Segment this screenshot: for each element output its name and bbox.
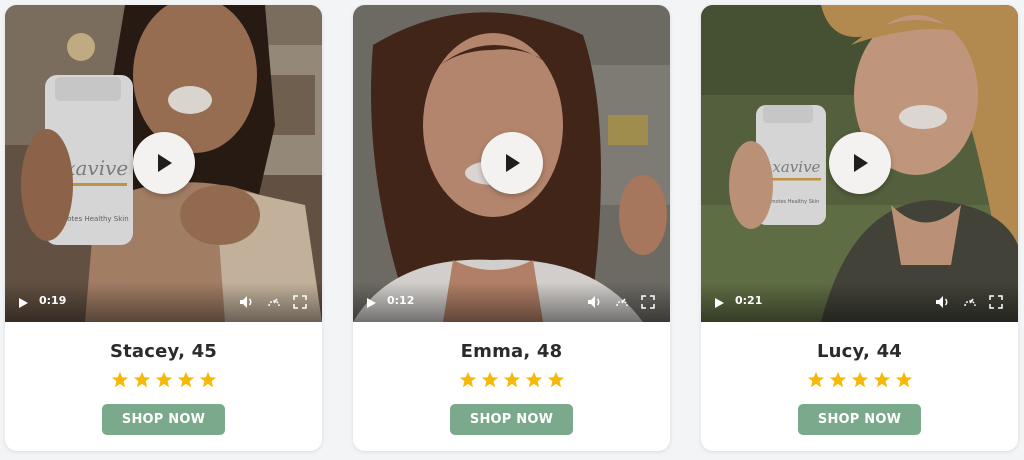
play-icon <box>158 154 172 172</box>
play-button[interactable] <box>133 132 195 194</box>
play-button[interactable] <box>481 132 543 194</box>
testimonial-video[interactable]: Axavive Promotes Healthy Skin 0:21 <box>701 5 1018 322</box>
play-icon <box>854 154 868 172</box>
play-icon[interactable] <box>17 297 29 309</box>
play-icon <box>506 154 520 172</box>
shop-now-button[interactable]: SHOP NOW <box>102 404 225 435</box>
star-rating <box>701 371 1018 391</box>
testimonial-video[interactable]: Axavive Promotes Healthy Skin 0:19 <box>5 5 322 322</box>
star-icon <box>177 371 194 388</box>
volume-icon[interactable] <box>587 295 603 309</box>
volume-icon[interactable] <box>935 295 951 309</box>
reviewer-name: Stacey, 45 <box>109 341 218 362</box>
fullscreen-icon[interactable] <box>293 295 307 309</box>
reviewer-name: Lucy, 44 <box>816 341 903 362</box>
star-icon <box>155 371 172 388</box>
star-icon <box>829 371 846 388</box>
star-icon <box>547 371 564 388</box>
testimonial-video[interactable]: 0:12 <box>353 5 670 322</box>
video-time: 0:21 <box>735 294 763 307</box>
video-time: 0:12 <box>387 294 415 307</box>
shop-now-button[interactable]: SHOP NOW <box>450 404 573 435</box>
shop-now-button[interactable]: SHOP NOW <box>798 404 921 435</box>
star-icon <box>503 371 520 388</box>
playback-speed-icon[interactable] <box>963 295 977 309</box>
testimonial-card: Axavive Promotes Healthy Skin 0:19 Stace… <box>5 5 322 451</box>
star-icon <box>873 371 890 388</box>
star-icon <box>459 371 476 388</box>
star-icon <box>481 371 498 388</box>
star-rating <box>5 371 322 391</box>
video-controls: 0:19 <box>5 282 322 322</box>
volume-icon[interactable] <box>239 295 255 309</box>
reviewer-name: Emma, 48 <box>460 341 563 362</box>
star-icon <box>199 371 216 388</box>
fullscreen-icon[interactable] <box>989 295 1003 309</box>
play-icon[interactable] <box>365 297 377 309</box>
video-controls: 0:21 <box>701 282 1018 322</box>
video-controls: 0:12 <box>353 282 670 322</box>
star-icon <box>851 371 868 388</box>
testimonial-card: Axavive Promotes Healthy Skin 0:21 Lucy,… <box>701 5 1018 451</box>
fullscreen-icon[interactable] <box>641 295 655 309</box>
testimonial-cards: Axavive Promotes Healthy Skin 0:19 Stace… <box>0 0 1024 460</box>
playback-speed-icon[interactable] <box>615 295 629 309</box>
video-time: 0:19 <box>39 294 67 307</box>
star-icon <box>807 371 824 388</box>
star-icon <box>525 371 542 388</box>
star-icon <box>111 371 128 388</box>
testimonial-card: 0:12 Emma, 48 SHOP NOW <box>353 5 670 451</box>
star-icon <box>895 371 912 388</box>
play-button[interactable] <box>829 132 891 194</box>
star-icon <box>133 371 150 388</box>
playback-speed-icon[interactable] <box>267 295 281 309</box>
play-icon[interactable] <box>713 297 725 309</box>
star-rating <box>353 371 670 391</box>
